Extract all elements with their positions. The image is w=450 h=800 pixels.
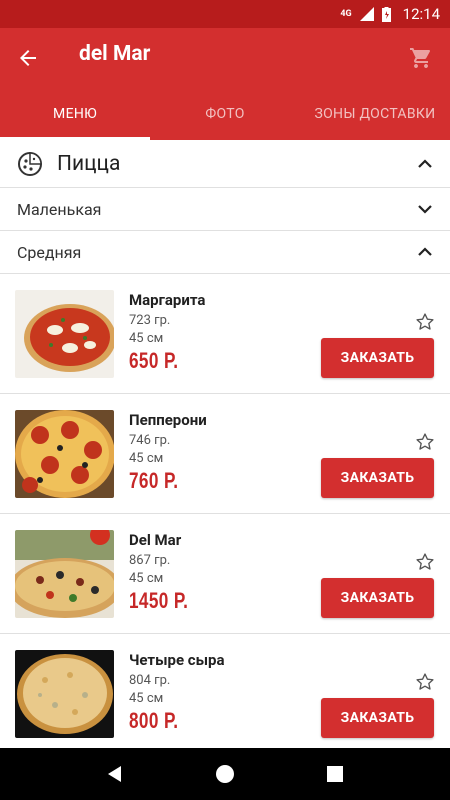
list-item[interactable]: Маргарита 723 гр. 45 см 650 Р. ЗАКАЗАТЬ [0,274,450,394]
system-nav-bar [0,748,450,800]
pizza-image [15,650,114,738]
item-price: 1450 Р. [129,588,189,613]
item-size: 45 см [129,331,164,346]
list-item[interactable]: Del Mar 867 гр. 45 см 1450 Р. ЗАКАЗАТЬ [0,514,450,634]
item-weight: 746 гр. [129,433,171,448]
item-name: Четыре сыра [129,651,225,669]
item-name: Del Mar [129,531,182,549]
star-icon[interactable] [415,552,435,572]
signal-icon [359,7,374,21]
item-name: Пепперони [129,411,207,429]
star-icon[interactable] [415,432,435,452]
order-button[interactable]: ЗАКАЗАТЬ [321,578,434,618]
list-item[interactable]: Четыре сыра 804 гр. 45 см 800 Р. ЗАКАЗАТ… [0,634,450,748]
item-price: 800 Р. [129,708,179,733]
item-name: Маргарита [129,291,206,309]
clock: 12:14 [402,5,440,23]
item-size: 45 см [129,451,164,466]
pizza-image [15,410,114,498]
app-bar: del Mar [0,28,450,88]
list-item[interactable]: Пепперони 746 гр. 45 см 760 Р. ЗАКАЗАТЬ [0,394,450,514]
pizza-image [15,530,114,618]
network-type-label: 4G [340,9,352,19]
cart-icon[interactable] [406,43,436,73]
tab-delivery-zones[interactable]: ЗОНЫ ДОСТАВКИ [300,88,450,140]
tab-photo[interactable]: ФОТО [150,88,300,140]
back-arrow-icon[interactable] [14,44,42,72]
nav-recents-icon[interactable] [315,754,355,794]
tab-menu[interactable]: МЕНЮ [0,88,150,140]
chevron-up-icon [416,243,434,261]
item-weight: 723 гр. [129,313,171,328]
subcategory-medium-header[interactable]: Средняя [0,231,450,274]
pizza-icon [17,151,43,177]
nav-home-icon[interactable] [205,754,245,794]
chevron-down-icon [416,200,434,218]
star-icon[interactable] [415,672,435,692]
battery-icon [381,6,391,22]
item-price: 760 Р. [129,468,179,493]
order-button[interactable]: ЗАКАЗАТЬ [321,698,434,738]
item-weight: 804 гр. [129,673,171,688]
category-pizza-header[interactable]: Пицца [0,140,450,188]
category-label: Пицца [57,151,121,176]
order-button[interactable]: ЗАКАЗАТЬ [321,458,434,498]
nav-back-icon[interactable] [95,754,135,794]
app-title: del Mar [79,42,151,66]
status-bar: 4G 12:14 [0,0,450,28]
menu-list[interactable]: Пицца Маленькая Средняя Маргарита 723 гр… [0,140,450,748]
order-button[interactable]: ЗАКАЗАТЬ [321,338,434,378]
chevron-up-icon [416,155,434,173]
star-icon[interactable] [415,312,435,332]
item-size: 45 см [129,691,164,706]
subcategory-small-header[interactable]: Маленькая [0,188,450,231]
tab-bar: МЕНЮ ФОТО ЗОНЫ ДОСТАВКИ [0,88,450,140]
item-size: 45 см [129,571,164,586]
item-weight: 867 гр. [129,553,171,568]
subcategory-label: Маленькая [17,199,102,219]
pizza-image [15,290,114,378]
item-price: 650 Р. [129,348,179,373]
subcategory-label: Средняя [17,242,82,262]
